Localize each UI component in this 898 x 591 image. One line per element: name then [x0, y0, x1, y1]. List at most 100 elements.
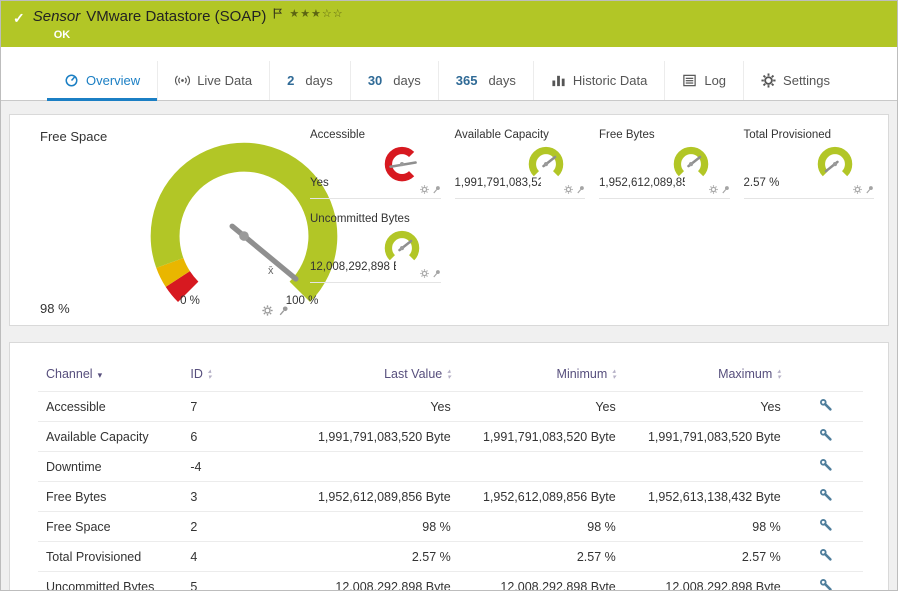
- gauge-pivot: [239, 231, 249, 241]
- tab-365-days[interactable]: 365 days: [437, 61, 533, 100]
- last-value: [273, 451, 459, 482]
- channel-settings-wrench-icon[interactable]: [819, 488, 833, 502]
- tile-total-provisioned[interactable]: Total Provisioned 2.57 %: [743, 127, 874, 199]
- channel-settings-wrench-icon[interactable]: [819, 518, 833, 532]
- gauge-gear-icon[interactable]: [262, 305, 273, 316]
- table-row-available-capacity: Available Capacity 6 1,991,791,083,520 B…: [38, 421, 863, 452]
- tile-uncommitted-bytes[interactable]: Uncommitted Bytes 12,008,292,898 Byte: [310, 211, 441, 283]
- col-header-last-value[interactable]: Last Value ▴ ▾: [273, 363, 459, 392]
- primary-channel-title: Free Space: [40, 129, 108, 144]
- minimum-value: Yes: [458, 391, 624, 422]
- gauge-min-label: 0 %: [180, 295, 200, 307]
- channel-id: -4: [182, 451, 274, 482]
- channel-id: 6: [182, 421, 274, 452]
- tile-pin-icon[interactable]: [432, 269, 441, 278]
- gauge-red-zone: [165, 270, 199, 303]
- object-kind-label: Sensor: [32, 8, 81, 25]
- channel-settings-wrench-icon[interactable]: [819, 458, 833, 472]
- channel-name: Downtime: [38, 451, 183, 482]
- maximum-value: 1,952,613,138,432 Byte: [623, 481, 789, 512]
- tab-30-days[interactable]: 30 days: [349, 61, 438, 100]
- col-header-id[interactable]: ID ▴ ▾: [182, 363, 273, 392]
- flag-icon[interactable]: [272, 7, 283, 20]
- tile-available-capacity[interactable]: Available Capacity 1,991,791,083,520 …: [454, 127, 585, 199]
- tile-pin-icon[interactable]: [721, 185, 730, 194]
- col-header-minimum[interactable]: Minimum ▴ ▾: [459, 363, 624, 392]
- channel-name: Total Provisioned: [38, 541, 183, 572]
- channel-name: Available Capacity: [38, 421, 183, 452]
- gauge-pin-icon[interactable]: [278, 305, 289, 316]
- minimum-value: 2.57 %: [458, 541, 624, 572]
- tab-bar: Overview Live Data 2 days 30 days 365 da…: [1, 47, 897, 101]
- channel-table-panel: Channel ▾ ID ▴ ▾ Last Value ▴ ▾ Minimum ▴ ▾ Max…: [9, 342, 889, 590]
- channel-id: 2: [182, 511, 274, 542]
- tile-pin-icon[interactable]: [865, 185, 874, 194]
- minimum-value: [458, 451, 624, 482]
- last-value: 2.57 %: [273, 541, 459, 572]
- channel-id: 4: [182, 541, 274, 572]
- tile-gear-icon[interactable]: [564, 185, 573, 194]
- tile-gear-icon[interactable]: [709, 185, 718, 194]
- tab-settings[interactable]: Settings: [743, 61, 847, 100]
- sort-both-icon: ▴ ▾: [777, 367, 781, 381]
- tile-accessible[interactable]: Accessible Yes: [310, 127, 441, 199]
- minimum-value: 12,008,292,898 Byte: [458, 571, 624, 590]
- channel-table: Channel ▾ ID ▴ ▾ Last Value ▴ ▾ Minimum ▴ ▾ Max…: [38, 363, 863, 591]
- priority-stars[interactable]: ★★★☆☆: [289, 7, 343, 20]
- tile-pin-icon[interactable]: [432, 185, 441, 194]
- log-icon: [682, 73, 697, 88]
- prtg-sensor-page: ✓ Sensor VMware Datastore (SOAP) ★★★☆☆ O…: [0, 0, 898, 591]
- maximum-value: [623, 451, 789, 482]
- tile-gear-icon[interactable]: [420, 185, 429, 194]
- channel-settings-wrench-icon[interactable]: [819, 428, 833, 442]
- tile-gear-icon[interactable]: [420, 269, 429, 278]
- tile-free-bytes[interactable]: Free Bytes 1,952,612,089,856 …: [599, 127, 730, 199]
- free-bytes-mini-gauge: [673, 146, 708, 177]
- tab-historic-data[interactable]: Historic Data: [532, 61, 664, 100]
- channel-settings-wrench-icon[interactable]: [819, 578, 833, 591]
- overview-icon: [64, 73, 79, 88]
- col-header-maximum[interactable]: Maximum ▴ ▾: [624, 363, 789, 392]
- last-value: 98 %: [273, 511, 459, 542]
- mini-gauge-grid: Accessible Yes Available Capacity 1,991,…: [310, 127, 874, 283]
- channel-settings-wrench-icon[interactable]: [819, 548, 833, 562]
- channel-name: Free Space: [38, 511, 183, 542]
- tile-pin-icon[interactable]: [576, 185, 585, 194]
- tab-2-days[interactable]: 2 days: [269, 61, 350, 100]
- sort-both-icon: ▴ ▾: [207, 367, 212, 381]
- channel-name: Accessible: [38, 391, 183, 422]
- last-value: 1,952,612,089,856 Byte: [273, 481, 459, 512]
- table-row-downtime: Downtime -4: [38, 451, 863, 482]
- channel-settings-wrench-icon[interactable]: [819, 398, 833, 412]
- table-header-row: Channel ▾ ID ▴ ▾ Last Value ▴ ▾ Minimum ▴ ▾ Max…: [38, 363, 863, 392]
- tab-overview[interactable]: Overview: [47, 61, 158, 101]
- maximum-value: 12,008,292,898 Byte: [623, 571, 789, 590]
- last-value: Yes: [273, 391, 459, 422]
- minimum-value: 1,991,791,083,520 Byte: [458, 421, 624, 452]
- sort-both-icon: ▴ ▾: [447, 367, 451, 381]
- total-provisioned-mini-gauge: [817, 146, 853, 177]
- gauge-mean-marker: x̄: [268, 265, 274, 277]
- table-row-free-bytes: Free Bytes 3 1,952,612,089,856 Byte 1,95…: [38, 481, 863, 512]
- channel-name: Uncommitted Bytes: [38, 571, 183, 590]
- sensor-title: VMware Datastore (SOAP): [86, 8, 267, 25]
- sort-desc-icon: ▾: [97, 370, 103, 380]
- status-badge: OK: [53, 29, 71, 41]
- sensor-heading: Sensor VMware Datastore (SOAP) ★★★☆☆ OK: [32, 7, 344, 42]
- tile-gear-icon[interactable]: [853, 185, 862, 194]
- tab-live-data[interactable]: Live Data: [157, 61, 269, 100]
- last-value: 12,008,292,898 Byte: [273, 571, 459, 590]
- table-row-free-space: Free Space 2 98 % 98 % 98 %: [38, 511, 863, 542]
- sort-both-icon: ▴ ▾: [612, 367, 616, 381]
- live-data-icon: [175, 73, 190, 88]
- tab-log[interactable]: Log: [664, 61, 743, 100]
- accessible-mini-gauge: [384, 146, 417, 182]
- col-header-tools: [789, 363, 863, 392]
- maximum-value: 1,991,791,083,520 Byte: [623, 421, 789, 452]
- channel-id: 7: [182, 391, 274, 422]
- col-header-channel[interactable]: Channel ▾: [38, 363, 182, 392]
- uncommitted-bytes-mini-gauge: [384, 230, 419, 261]
- table-row-uncommitted-bytes: Uncommitted Bytes 5 12,008,292,898 Byte …: [38, 571, 863, 591]
- available-capacity-mini-gauge: [528, 146, 564, 177]
- gauge-max-label: 100 %: [285, 295, 319, 307]
